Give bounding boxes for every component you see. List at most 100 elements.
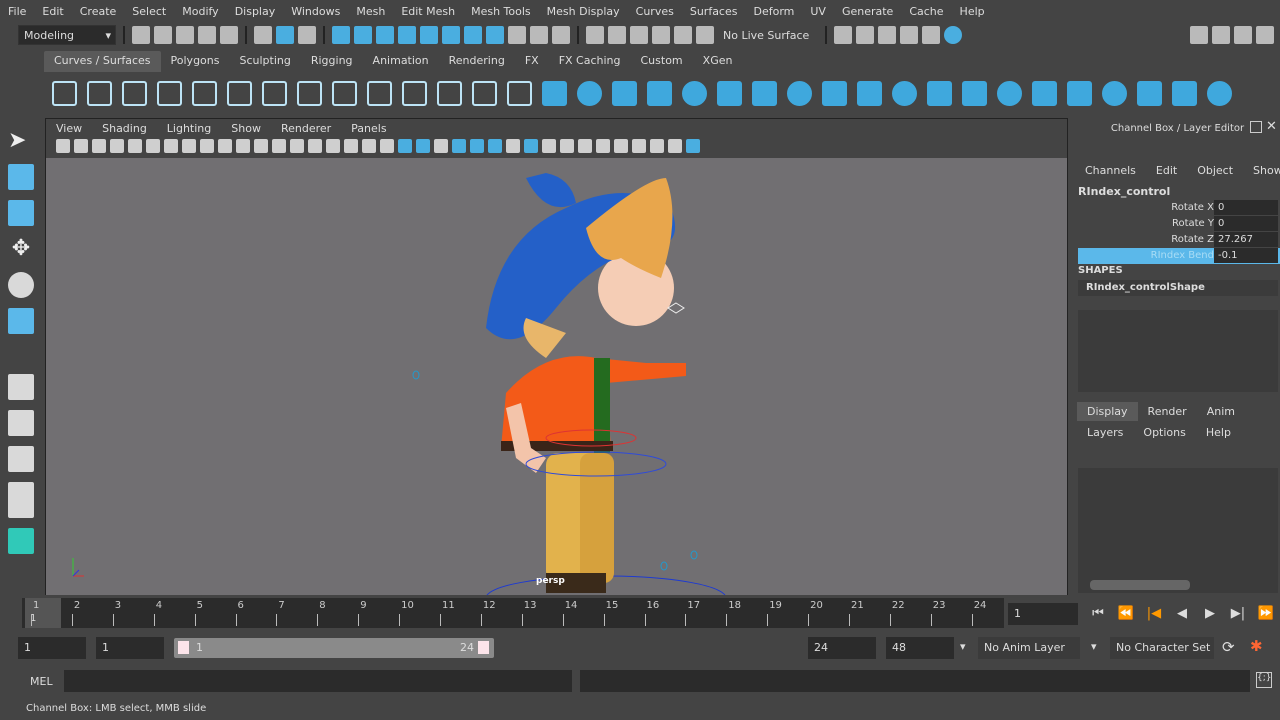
- viewport-tool-icon[interactable]: [506, 139, 520, 153]
- ipr-render-icon[interactable]: [878, 26, 896, 44]
- toggle-panel-icon[interactable]: [1212, 26, 1230, 44]
- tab-custom[interactable]: Custom: [630, 51, 693, 72]
- menu-help[interactable]: Help: [952, 5, 993, 18]
- shelf-tool-icon[interactable]: [1172, 80, 1197, 106]
- snap-view-icon[interactable]: [398, 26, 416, 44]
- viewport-tool-icon[interactable]: [578, 139, 592, 153]
- snap-point-icon[interactable]: [376, 26, 394, 44]
- script-editor-icon[interactable]: {;}: [1256, 672, 1272, 688]
- lasso-tool-icon[interactable]: [8, 164, 34, 190]
- viewport-menu-panels[interactable]: Panels: [341, 122, 396, 135]
- save-scene-icon[interactable]: [176, 26, 194, 44]
- viewport-tool-icon[interactable]: [560, 139, 574, 153]
- viewport-menu-show[interactable]: Show: [221, 122, 271, 135]
- viewport-tool-icon[interactable]: [398, 139, 412, 153]
- viewport-tool-icon[interactable]: [668, 139, 682, 153]
- play-forwards-icon[interactable]: ▶: [1196, 604, 1224, 622]
- shelf-tool-icon[interactable]: [1207, 80, 1232, 106]
- animation-preferences-icon[interactable]: ✱: [1250, 637, 1263, 655]
- snap-together-icon[interactable]: [586, 26, 604, 44]
- shelf-tool-icon[interactable]: [577, 80, 602, 106]
- character-set-dropdown[interactable]: No Character Set: [1110, 637, 1214, 659]
- viewport-tool-icon[interactable]: [146, 139, 160, 153]
- menu-edit-mesh[interactable]: Edit Mesh: [393, 5, 463, 18]
- help-icon[interactable]: [486, 26, 504, 44]
- shelf-tool-icon[interactable]: [297, 80, 322, 106]
- range-start-handle[interactable]: [178, 641, 189, 654]
- viewport-tool-icon[interactable]: [650, 139, 664, 153]
- channel-row[interactable]: Rotate Z 27.267: [1075, 232, 1280, 248]
- command-language-label[interactable]: MEL: [30, 675, 53, 688]
- shelf-tool-icon[interactable]: [227, 80, 252, 106]
- step-forward-key-icon[interactable]: ⏩: [1252, 604, 1280, 622]
- magnet-point-icon[interactable]: [652, 26, 670, 44]
- paint-select-icon[interactable]: [8, 200, 34, 226]
- channel-value[interactable]: 0: [1214, 216, 1278, 231]
- layer-tab-anim[interactable]: Anim: [1197, 402, 1245, 421]
- menu-create[interactable]: Create: [72, 5, 125, 18]
- shelf-tool-icon[interactable]: [787, 80, 812, 106]
- anim-layer-dropdown[interactable]: No Anim Layer: [978, 637, 1080, 659]
- menu-display[interactable]: Display: [227, 5, 284, 18]
- menu-edit[interactable]: Edit: [34, 5, 71, 18]
- shelf-tool-icon[interactable]: [927, 80, 952, 106]
- step-back-key-icon[interactable]: ⏪: [1112, 604, 1140, 622]
- channel-menu-show[interactable]: Show: [1243, 164, 1280, 177]
- viewport-tool-icon[interactable]: [632, 139, 646, 153]
- layer-tab-render[interactable]: Render: [1138, 402, 1197, 421]
- outliner-layout-icon[interactable]: [8, 482, 34, 518]
- channel-value[interactable]: 27.267: [1214, 232, 1278, 247]
- playback-start-field[interactable]: 1: [96, 637, 164, 659]
- channel-value[interactable]: 0: [1214, 200, 1278, 215]
- redo-icon[interactable]: [220, 26, 238, 44]
- live-icon[interactable]: [696, 26, 714, 44]
- tool-settings-icon[interactable]: [1256, 26, 1274, 44]
- shelf-tool-icon[interactable]: [612, 80, 637, 106]
- playback-end-field[interactable]: 24: [808, 637, 876, 659]
- layer-menu-layers[interactable]: Layers: [1077, 426, 1133, 439]
- play-backwards-icon[interactable]: ◀: [1168, 604, 1196, 622]
- menu-mesh-display[interactable]: Mesh Display: [539, 5, 628, 18]
- shelf-tool-icon[interactable]: [472, 80, 497, 106]
- rotate-tool-icon[interactable]: [8, 272, 34, 298]
- lock-icon[interactable]: [508, 26, 526, 44]
- viewport-tool-icon[interactable]: [326, 139, 340, 153]
- viewport-menu-shading[interactable]: Shading: [92, 122, 157, 135]
- channel-value[interactable]: -0.1: [1214, 248, 1278, 263]
- viewport-menu-lighting[interactable]: Lighting: [157, 122, 221, 135]
- viewport-tool-icon[interactable]: [164, 139, 178, 153]
- shelf-tool-icon[interactable]: [1137, 80, 1162, 106]
- float-window-icon[interactable]: [1250, 121, 1262, 133]
- character-model[interactable]: [46, 158, 1067, 595]
- tab-sculpting[interactable]: Sculpting: [229, 51, 301, 72]
- chevron-down-icon[interactable]: ▾: [960, 640, 966, 653]
- shelf-tool-icon[interactable]: [367, 80, 392, 106]
- layout-two-icon[interactable]: [8, 446, 34, 472]
- shape-name[interactable]: RIndex_controlShape: [1078, 280, 1278, 296]
- tab-animation[interactable]: Animation: [362, 51, 439, 72]
- viewport-tool-icon[interactable]: [56, 139, 70, 153]
- viewport-tool-icon[interactable]: [524, 139, 538, 153]
- magnet-plane-icon[interactable]: [674, 26, 692, 44]
- shelf-tool-icon[interactable]: [717, 80, 742, 106]
- viewport-tool-icon[interactable]: [434, 139, 448, 153]
- shelf-tool-icon[interactable]: [892, 80, 917, 106]
- shelf-tool-icon[interactable]: [192, 80, 217, 106]
- snap-surface-icon[interactable]: [420, 26, 438, 44]
- shelf-tool-icon[interactable]: [52, 80, 77, 106]
- viewport-tool-icon[interactable]: [416, 139, 430, 153]
- tab-curves-surfaces[interactable]: Curves / Surfaces: [44, 51, 161, 72]
- shelf-tool-icon[interactable]: [997, 80, 1022, 106]
- select-object-icon[interactable]: [276, 26, 294, 44]
- horizontal-scrollbar[interactable]: [1090, 580, 1190, 590]
- tab-rigging[interactable]: Rigging: [300, 51, 363, 72]
- menu-select[interactable]: Select: [124, 5, 174, 18]
- shelf-tool-icon[interactable]: [402, 80, 427, 106]
- range-end-handle[interactable]: [478, 641, 489, 654]
- undo-icon[interactable]: [198, 26, 216, 44]
- layer-menu-options[interactable]: Options: [1133, 426, 1195, 439]
- viewport-tool-icon[interactable]: [110, 139, 124, 153]
- viewport-menu-view[interactable]: View: [46, 122, 92, 135]
- auto-key-icon[interactable]: ⟳: [1222, 638, 1235, 656]
- shelf-tool-icon[interactable]: [1067, 80, 1092, 106]
